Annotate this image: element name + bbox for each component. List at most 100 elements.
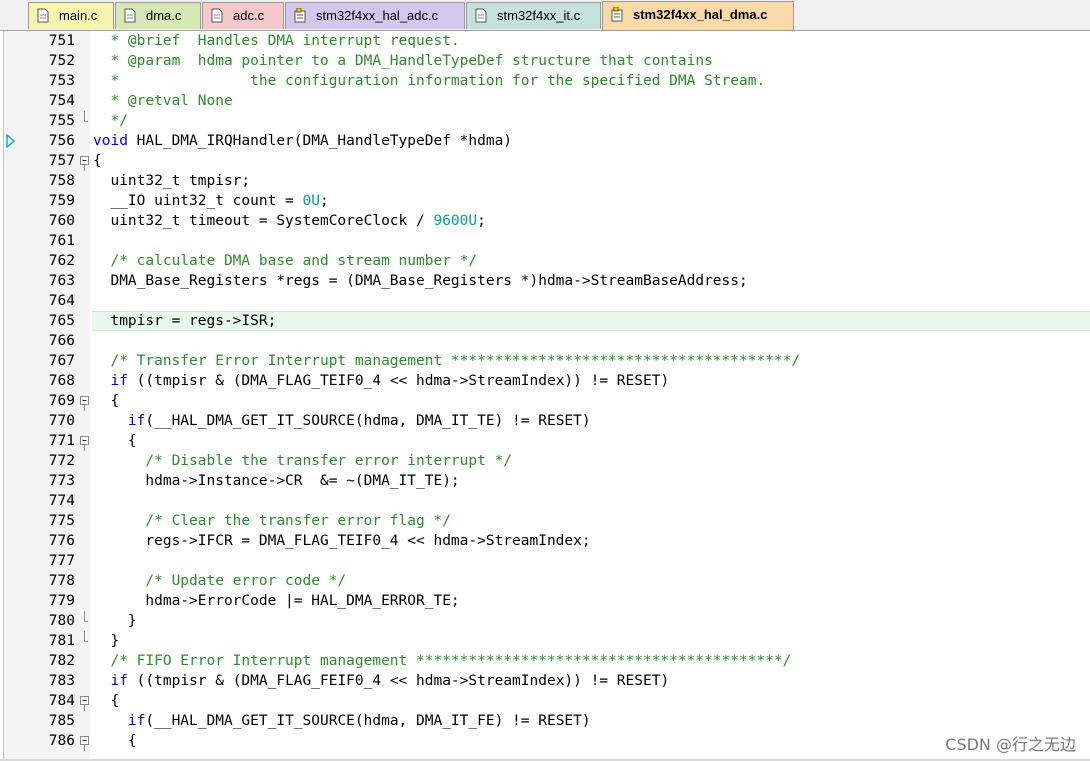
watermark: CSDN @行之无边	[945, 735, 1076, 754]
line-number: 770	[48, 413, 75, 429]
code-line[interactable]: 752 * @param hdma pointer to a DMA_Handl…	[0, 51, 1090, 71]
code-token: DMA_Base_Registers *regs = (DMA_Base_Reg…	[93, 273, 748, 289]
code-text[interactable]: * @retval None	[93, 91, 232, 111]
code-text[interactable]: /* FIFO Error Interrupt management *****…	[93, 651, 791, 671]
code-line[interactable]: 770 if(__HAL_DMA_GET_IT_SOURCE(hdma, DMA…	[0, 411, 1090, 431]
fold-margin-cell	[80, 651, 90, 671]
code-token: hdma->Instance->CR &= ~(DMA_IT_TE);	[93, 473, 460, 489]
code-text[interactable]: uint32_t tmpisr;	[93, 171, 250, 191]
file-icon	[211, 8, 224, 23]
code-text[interactable]: if(__HAL_DMA_GET_IT_SOURCE(hdma, DMA_IT_…	[93, 711, 591, 731]
code-line[interactable]: 771 {	[0, 431, 1090, 451]
code-line[interactable]: 766	[0, 331, 1090, 351]
code-text[interactable]: {	[93, 391, 119, 411]
code-text[interactable]: {	[93, 731, 137, 751]
code-line[interactable]: 755 */	[0, 111, 1090, 131]
code-text[interactable]: {	[93, 431, 137, 451]
code-text[interactable]: if ((tmpisr & (DMA_FLAG_TEIF0_4 << hdma-…	[93, 371, 669, 391]
tab-label: main.c	[59, 8, 98, 23]
code-line[interactable]: 780 }	[0, 611, 1090, 631]
code-line[interactable]: 785 if(__HAL_DMA_GET_IT_SOURCE(hdma, DMA…	[0, 711, 1090, 731]
code-text[interactable]: /* calculate DMA base and stream number …	[93, 251, 477, 271]
code-line[interactable]: 774	[0, 491, 1090, 511]
fold-margin-cell	[80, 591, 90, 611]
fold-margin-cell	[80, 471, 90, 491]
fold-collapse-icon[interactable]	[80, 691, 90, 711]
code-text[interactable]: DMA_Base_Registers *regs = (DMA_Base_Reg…	[93, 271, 748, 291]
code-line[interactable]: 773 hdma->Instance->CR &= ~(DMA_IT_TE);	[0, 471, 1090, 491]
code-line[interactable]: 758 uint32_t tmpisr;	[0, 171, 1090, 191]
code-text[interactable]: /* Clear the transfer error flag */	[93, 511, 451, 531]
tab-adc-c[interactable]: adc.c	[202, 2, 284, 29]
code-text[interactable]: tmpisr = regs->ISR;	[93, 311, 276, 331]
code-line[interactable]: 775 /* Clear the transfer error flag */	[0, 511, 1090, 531]
code-line[interactable]: 760 uint32_t timeout = SystemCoreClock /…	[0, 211, 1090, 231]
tab-stm32f4xx-it-c[interactable]: stm32f4xx_it.c	[466, 2, 601, 29]
code-line[interactable]: 777	[0, 551, 1090, 571]
tab-stm32f4xx-hal-dma-c[interactable]: stm32f4xx_hal_dma.c	[602, 1, 794, 30]
pinned-file-icon	[294, 8, 307, 23]
code-line[interactable]: 759 __IO uint32_t count = 0U;	[0, 191, 1090, 211]
tab-label: adc.c	[233, 8, 265, 23]
code-line[interactable]: 765 tmpisr = regs->ISR;	[0, 311, 1090, 331]
code-text[interactable]: hdma->ErrorCode |= HAL_DMA_ERROR_TE;	[93, 591, 459, 611]
line-number: 776	[48, 533, 75, 549]
code-number: 0U	[302, 193, 320, 209]
line-number: 752	[48, 53, 75, 69]
code-text[interactable]: /* Disable the transfer error interrupt …	[93, 451, 512, 471]
code-text[interactable]: }	[93, 631, 119, 651]
code-text[interactable]: regs->IFCR = DMA_FLAG_TEIF0_4 << hdma->S…	[93, 531, 590, 551]
code-line[interactable]: 762 /* calculate DMA base and stream num…	[0, 251, 1090, 271]
code-text[interactable]: hdma->Instance->CR &= ~(DMA_IT_TE);	[93, 471, 460, 491]
code-text[interactable]: * @brief Handles DMA interrupt request.	[93, 31, 459, 51]
code-token: ;	[477, 213, 486, 229]
code-text[interactable]: }	[93, 611, 137, 631]
code-text[interactable]: if ((tmpisr & (DMA_FLAG_FEIF0_4 << hdma-…	[93, 671, 669, 691]
code-line[interactable]: 761	[0, 231, 1090, 251]
code-line[interactable]: 757 {	[0, 151, 1090, 171]
code-line[interactable]: 784 {	[0, 691, 1090, 711]
code-text[interactable]: /* Transfer Error Interrupt management *…	[93, 351, 800, 371]
code-line[interactable]: 772 /* Disable the transfer error interr…	[0, 451, 1090, 471]
fold-collapse-icon[interactable]	[80, 731, 90, 751]
code-line[interactable]: 754 * @retval None	[0, 91, 1090, 111]
code-line[interactable]: 781 }	[0, 631, 1090, 651]
code-text[interactable]: {	[93, 691, 119, 711]
code-line[interactable]: 782 /* FIFO Error Interrupt management *…	[0, 651, 1090, 671]
code-line[interactable]: 779 hdma->ErrorCode |= HAL_DMA_ERROR_TE;	[0, 591, 1090, 611]
code-line[interactable]: 769 {	[0, 391, 1090, 411]
code-text[interactable]: */	[93, 111, 127, 131]
fold-collapse-icon[interactable]	[80, 391, 90, 411]
code-comment: /* Transfer Error Interrupt management *…	[93, 353, 801, 369]
code-line[interactable]: 778 /* Update error code */	[0, 571, 1090, 591]
code-line[interactable]: 764	[0, 291, 1090, 311]
tab-dma-c[interactable]: dma.c	[115, 2, 201, 29]
code-editor[interactable]: 751 * @brief Handles DMA interrupt reque…	[0, 31, 1090, 761]
code-text[interactable]: {	[93, 151, 102, 171]
code-line[interactable]: 768 if ((tmpisr & (DMA_FLAG_TEIF0_4 << h…	[0, 371, 1090, 391]
code-line[interactable]: 753 * the configuration information for …	[0, 71, 1090, 91]
code-text[interactable]: * the configuration information for the …	[93, 71, 765, 91]
code-text[interactable]: uint32_t timeout = SystemCoreClock / 960…	[93, 211, 486, 231]
code-line[interactable]: 756 void HAL_DMA_IRQHandler(DMA_HandleTyp…	[0, 131, 1090, 151]
fold-end-icon	[80, 611, 90, 631]
code-line[interactable]: 751 * @brief Handles DMA interrupt reque…	[0, 31, 1090, 51]
fold-collapse-icon[interactable]	[80, 151, 90, 171]
fold-end-icon	[80, 111, 90, 131]
code-line[interactable]: 776 regs->IFCR = DMA_FLAG_TEIF0_4 << hdm…	[0, 531, 1090, 551]
code-line[interactable]: 786 {	[0, 731, 1090, 751]
tab-main-c[interactable]: main.c	[28, 2, 114, 29]
code-text[interactable]: if(__HAL_DMA_GET_IT_SOURCE(hdma, DMA_IT_…	[93, 411, 591, 431]
code-text[interactable]: void HAL_DMA_IRQHandler(DMA_HandleTypeDe…	[93, 131, 512, 151]
line-number: 760	[48, 213, 75, 229]
tab-stm32f4xx-hal-adc-c[interactable]: stm32f4xx_hal_adc.c	[285, 2, 465, 29]
code-line[interactable]: 783 if ((tmpisr & (DMA_FLAG_FEIF0_4 << h…	[0, 671, 1090, 691]
fold-margin-cell	[80, 251, 90, 271]
code-text[interactable]: * @param hdma pointer to a DMA_HandleTyp…	[93, 51, 712, 71]
fold-collapse-icon[interactable]	[80, 431, 90, 451]
code-text[interactable]: /* Update error code */	[93, 571, 346, 591]
code-line[interactable]: 767 /* Transfer Error Interrupt manageme…	[0, 351, 1090, 371]
code-text[interactable]: __IO uint32_t count = 0U;	[93, 191, 328, 211]
code-line[interactable]: 763 DMA_Base_Registers *regs = (DMA_Base…	[0, 271, 1090, 291]
